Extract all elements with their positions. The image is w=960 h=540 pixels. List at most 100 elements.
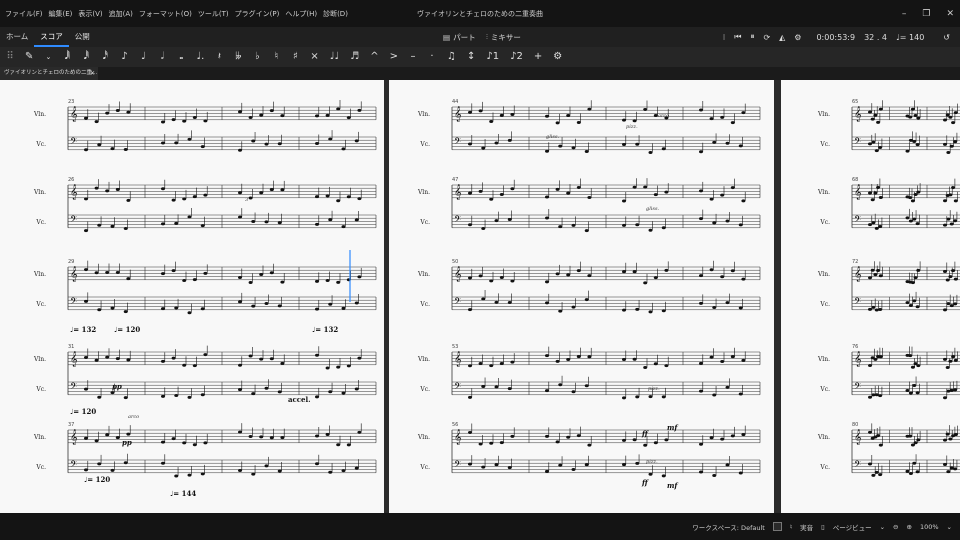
notehead: [84, 268, 88, 272]
menu-help[interactable]: ヘルプ(H): [282, 9, 320, 19]
menu-plugins[interactable]: プラグイン(P): [232, 9, 283, 19]
bass-clef-icon: 𝄢: [70, 136, 77, 149]
notehead: [913, 193, 918, 197]
notehead: [699, 108, 703, 112]
menu-add[interactable]: 追加(A): [106, 9, 136, 19]
workspace-label[interactable]: ワークスペース: Default: [692, 522, 765, 532]
score-canvas[interactable]: 𝄞 𝄢 23 Vln. Vc. 𝄞 𝄢 26 Vln. Vc. 𝄞 𝄢 29 Vln. Vc. 𝄞 𝄢 31 Vln…: [0, 80, 960, 513]
menu-view[interactable]: 表示(V): [75, 9, 105, 19]
zoom-level[interactable]: 100%: [920, 523, 939, 531]
add-icon[interactable]: +: [534, 47, 542, 67]
notehead: [357, 275, 362, 279]
notehead: [84, 229, 88, 233]
notehead: [269, 109, 274, 113]
marcato-icon[interactable]: ^: [370, 47, 378, 67]
flat-icon[interactable]: ♭: [253, 47, 261, 67]
thirtysecond-note-icon[interactable]: 𝅘𝅥𝅱: [82, 47, 90, 67]
restore-icon[interactable]: ❐: [922, 9, 930, 19]
pause-icon[interactable]: ⏸: [750, 32, 754, 42]
tuplet-icon[interactable]: ♫: [447, 47, 456, 67]
input-mode-chevron-icon[interactable]: ⌄: [44, 47, 52, 67]
menu-format[interactable]: フォーマット(O): [136, 9, 195, 19]
sixtyfourth-note-icon[interactable]: 𝅘𝅥𝅲: [63, 47, 71, 67]
menu-diagnostic[interactable]: 診断(D): [320, 9, 351, 19]
zoom-out-icon[interactable]: ⊖: [893, 523, 898, 531]
concert-pitch-checkbox[interactable]: [772, 522, 782, 531]
notehead: [653, 362, 658, 366]
notehead: [576, 434, 581, 438]
notehead: [84, 436, 88, 440]
notehead: [341, 469, 346, 473]
notehead: [161, 222, 165, 226]
zoom-in-icon[interactable]: ⊕: [907, 523, 912, 531]
notehead: [871, 140, 876, 144]
zoom-chevron-icon[interactable]: ⌄: [947, 523, 952, 531]
notehead: [730, 186, 735, 190]
menu-edit[interactable]: 編集(E): [46, 9, 76, 19]
tab-score[interactable]: スコア: [34, 27, 69, 47]
rest-icon[interactable]: 𝄽: [215, 47, 223, 67]
close-icon[interactable]: ✕: [946, 9, 954, 19]
parts-button[interactable]: ▤ パート: [443, 27, 476, 47]
notehead: [174, 306, 179, 310]
document-tab[interactable]: ヴァイオリンとチェロのための二重... ✕: [0, 67, 98, 80]
tab-publish[interactable]: 公開: [69, 27, 96, 47]
voice-1-icon[interactable]: ♪1: [486, 47, 499, 67]
natural-icon[interactable]: ♮: [272, 47, 280, 67]
undo-icon[interactable]: ↺: [943, 33, 950, 42]
slur-icon[interactable]: ♬: [350, 47, 359, 67]
voice-2-icon[interactable]: ♪2: [510, 47, 523, 67]
treble-clef-icon: 𝄞: [854, 107, 862, 122]
note-input-pen-icon[interactable]: ✎: [25, 47, 33, 67]
notehead: [507, 466, 512, 470]
whole-note-icon[interactable]: 𝅝: [177, 47, 185, 67]
close-tab-icon[interactable]: ✕: [90, 67, 95, 80]
instrument-label-violin: Vln.: [33, 111, 46, 118]
technique-marking: arco: [128, 414, 139, 420]
notehead: [238, 300, 242, 304]
drag-handle-icon[interactable]: ⠿: [6, 47, 14, 67]
metronome-icon[interactable]: ◭: [779, 33, 785, 42]
menu-tools[interactable]: ツール(T): [195, 9, 232, 19]
accent-icon[interactable]: >: [390, 47, 398, 67]
mixer-toggle-icon[interactable]: ⁝: [723, 33, 726, 42]
notehead: [709, 268, 714, 272]
staccato-icon[interactable]: ·: [428, 47, 436, 67]
notehead: [115, 357, 120, 361]
notehead: [315, 222, 319, 226]
mixer-button[interactable]: ⫶ ミキサー: [486, 27, 521, 47]
notehead: [277, 142, 282, 146]
notehead: [115, 271, 120, 275]
notehead: [916, 438, 921, 442]
view-mode-select[interactable]: ページビュー: [833, 522, 872, 532]
notehead: [555, 359, 560, 363]
rewind-icon[interactable]: ⏮: [734, 32, 741, 42]
concert-pitch-label[interactable]: 実音: [800, 522, 813, 532]
notehead: [951, 186, 956, 190]
double-sharp-icon[interactable]: ×: [310, 47, 318, 67]
sixteenth-note-icon[interactable]: 𝅘𝅥𝅰: [101, 47, 109, 67]
measure-number: 53: [452, 344, 458, 350]
quarter-note-icon[interactable]: ♩: [139, 47, 147, 67]
loop-icon[interactable]: ⟳: [763, 33, 770, 42]
instrument-label-cello: Vc.: [35, 464, 46, 471]
augmentation-dot-icon[interactable]: ♩.: [196, 47, 204, 67]
tenuto-icon[interactable]: –: [409, 47, 417, 67]
sharp-icon[interactable]: ♯: [291, 47, 299, 67]
half-note-icon[interactable]: 𝅗𝅥: [158, 47, 166, 67]
eighth-note-icon[interactable]: ♪: [120, 47, 128, 67]
tie-icon[interactable]: ♩♩: [330, 47, 339, 67]
notehead: [251, 392, 256, 396]
view-mode-chevron-icon[interactable]: ⌄: [880, 523, 885, 531]
flip-direction-icon[interactable]: ↕: [467, 47, 475, 67]
menu-file[interactable]: ファイル(F): [2, 9, 46, 19]
notehead: [545, 216, 549, 220]
double-flat-icon[interactable]: 𝄫: [234, 47, 242, 67]
technique-marking: gliss.: [646, 206, 660, 212]
notehead: [720, 115, 725, 119]
playback-settings-icon[interactable]: ⚙: [794, 33, 801, 42]
minimize-icon[interactable]: –: [902, 9, 907, 19]
tab-home[interactable]: ホーム: [0, 27, 34, 47]
notehead: [84, 299, 88, 303]
toolbar-settings-icon[interactable]: ⚙: [553, 47, 562, 67]
